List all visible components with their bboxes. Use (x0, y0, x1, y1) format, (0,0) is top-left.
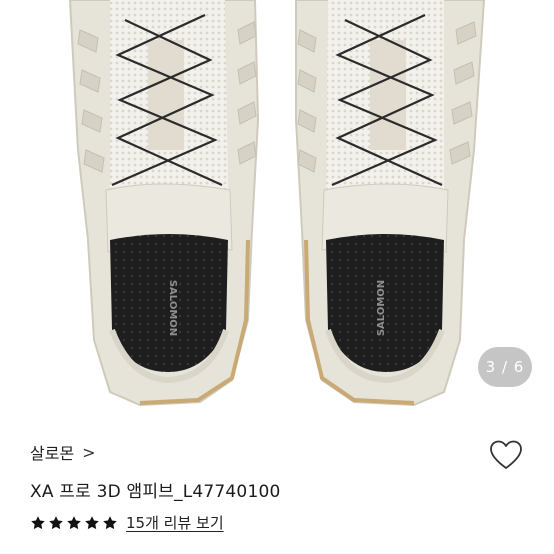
star-icon (49, 515, 63, 529)
brand-name: 살로몬 (30, 444, 75, 463)
image-page-indicator: 3 / 6 (478, 347, 532, 387)
product-image[interactable]: SALOMON SALOMON (0, 0, 554, 416)
star-icon (85, 515, 99, 529)
star-icon (103, 515, 117, 529)
star-rating (30, 515, 118, 531)
product-info: 살로몬 > XA 프로 3D 앰피브_L47740100 15개 리뷰 보기 (0, 416, 554, 554)
brand-link[interactable]: 살로몬 > (30, 440, 96, 464)
star-icon (31, 515, 45, 529)
wishlist-button[interactable] (488, 438, 524, 472)
insole-logo-right: SALOMON (376, 280, 387, 336)
heart-outline-icon (490, 440, 522, 469)
left-shoe: SALOMON (68, 0, 260, 407)
product-title: XA 프로 3D 앰피브_L47740100 (30, 482, 281, 502)
insole-logo-left: SALOMON (167, 280, 178, 336)
review-count-link[interactable]: 15개 리뷰 보기 (126, 512, 224, 533)
product-image-gallery[interactable]: SALOMON SALOMON 3 / 6 (0, 0, 554, 416)
chevron-right-icon: > (82, 442, 96, 462)
rating-summary: 15개 리뷰 보기 (30, 512, 224, 533)
right-shoe: SALOMON (295, 0, 486, 407)
star-icon (67, 515, 81, 529)
